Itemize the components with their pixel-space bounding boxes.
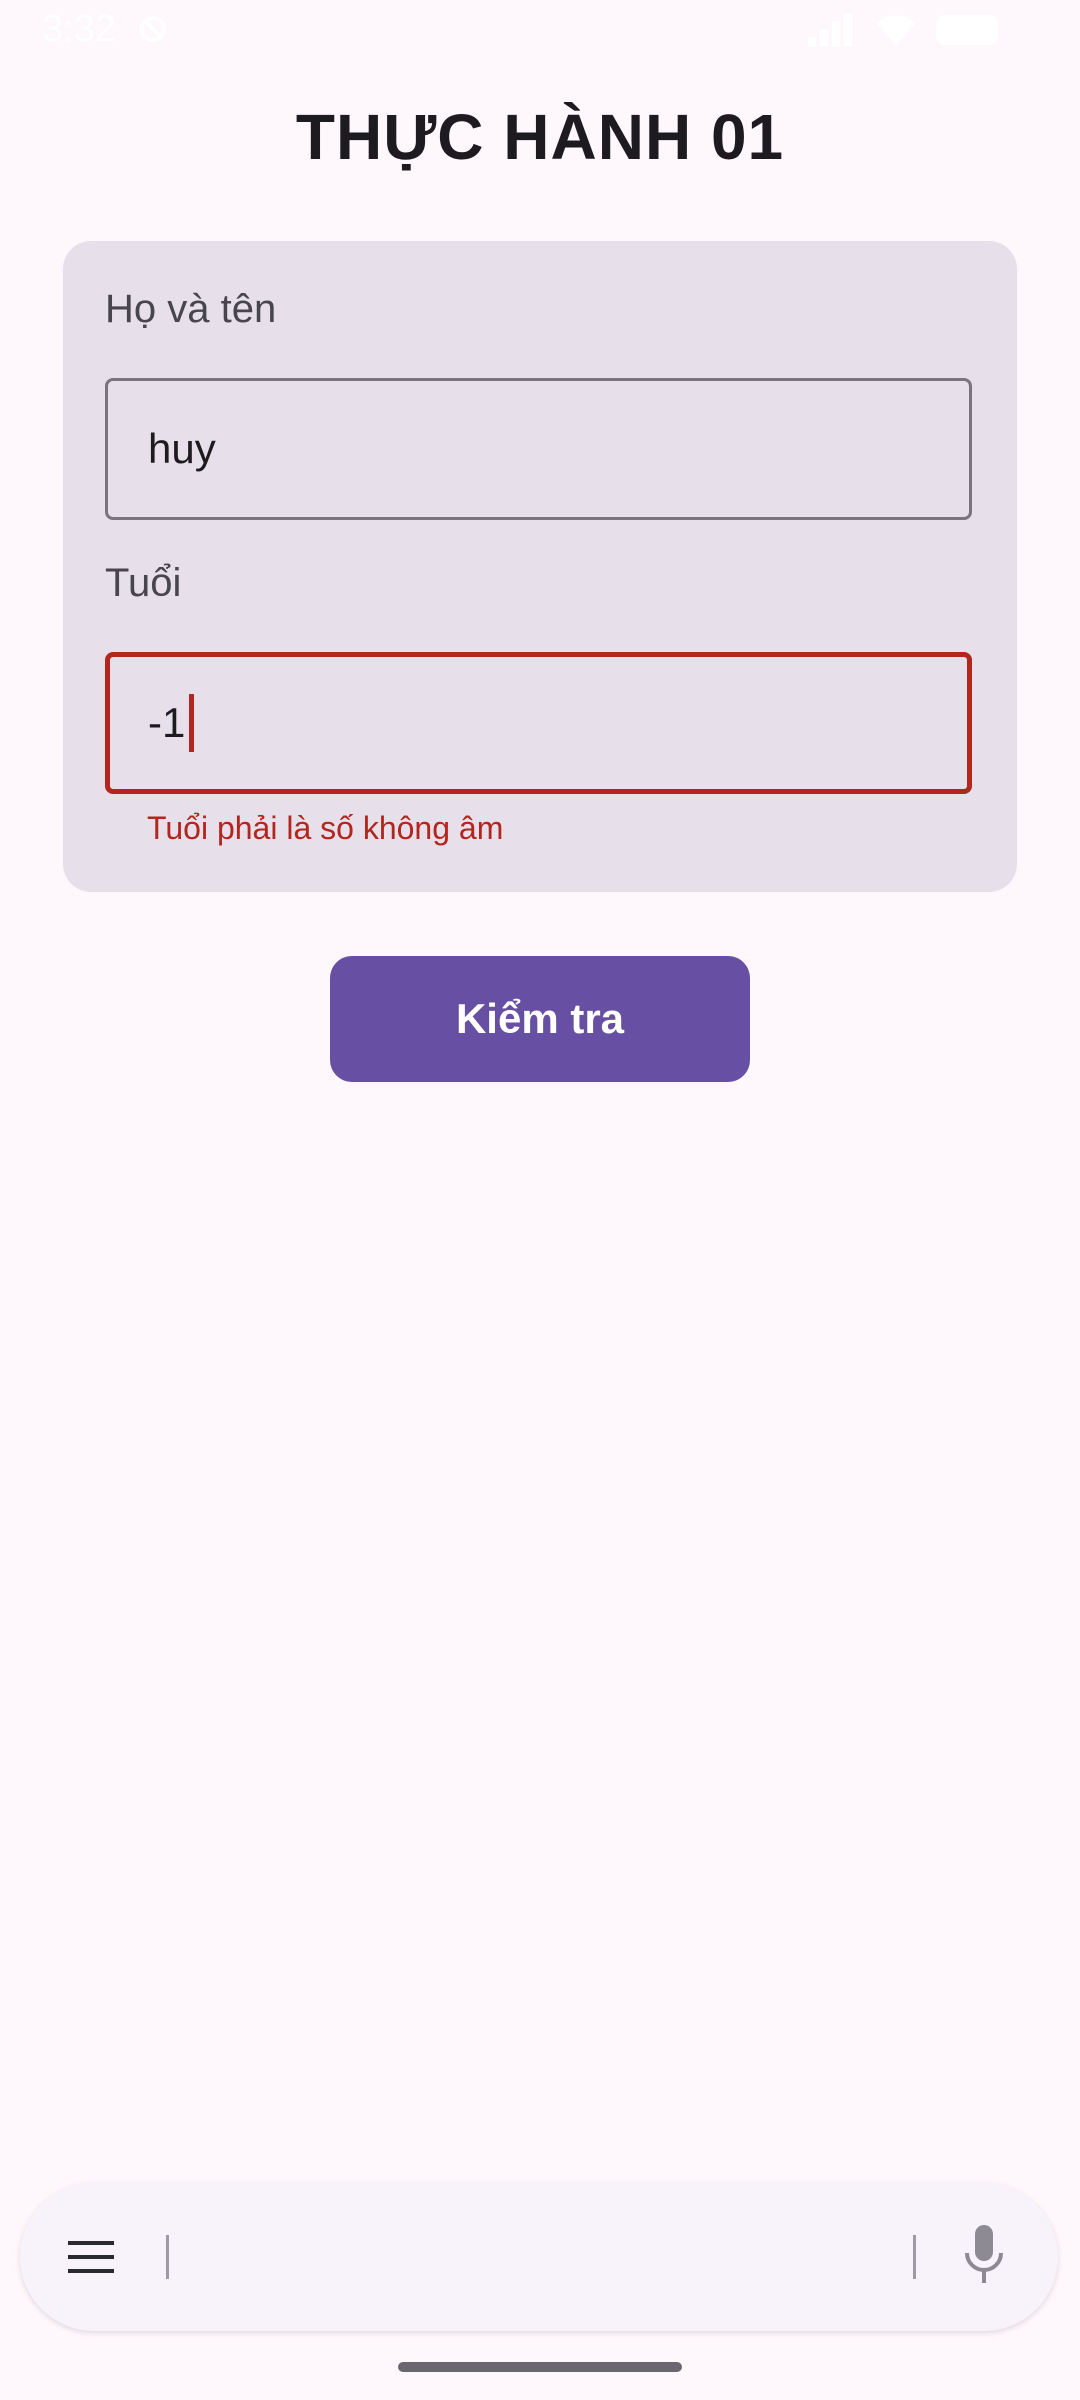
age-error-message: Tuổi phải là số không âm [147, 810, 504, 846]
bar-divider [913, 2235, 916, 2279]
home-indicator[interactable] [398, 2362, 682, 2372]
status-icons [808, 12, 1002, 48]
name-field-value: huy [148, 425, 216, 472]
do-not-disturb-icon [140, 16, 166, 42]
mic-icon[interactable] [964, 2225, 1004, 2287]
age-label: Tuổi [105, 561, 182, 605]
input-cursor [166, 2235, 169, 2279]
age-field-value: -1 [148, 699, 186, 746]
voice-input-bar [20, 2183, 1058, 2331]
check-button[interactable]: Kiểm tra [330, 956, 750, 1082]
battery-icon [936, 15, 998, 45]
name-field[interactable]: huy [105, 378, 972, 520]
status-time: 3:32 [42, 8, 116, 50]
name-label: Họ và tên [105, 287, 277, 331]
wifi-icon [876, 15, 916, 45]
menu-icon[interactable] [68, 2239, 114, 2275]
age-field[interactable]: -1 [105, 652, 972, 794]
page-title: THỰC HÀNH 01 [295, 101, 785, 173]
form-card: Họ và tên huy Tuổi -1 Tuổi phải là số kh… [63, 241, 1017, 892]
text-cursor [189, 694, 195, 752]
signal-icon [808, 13, 852, 47]
status-bar: 3:32 [0, 0, 1080, 62]
